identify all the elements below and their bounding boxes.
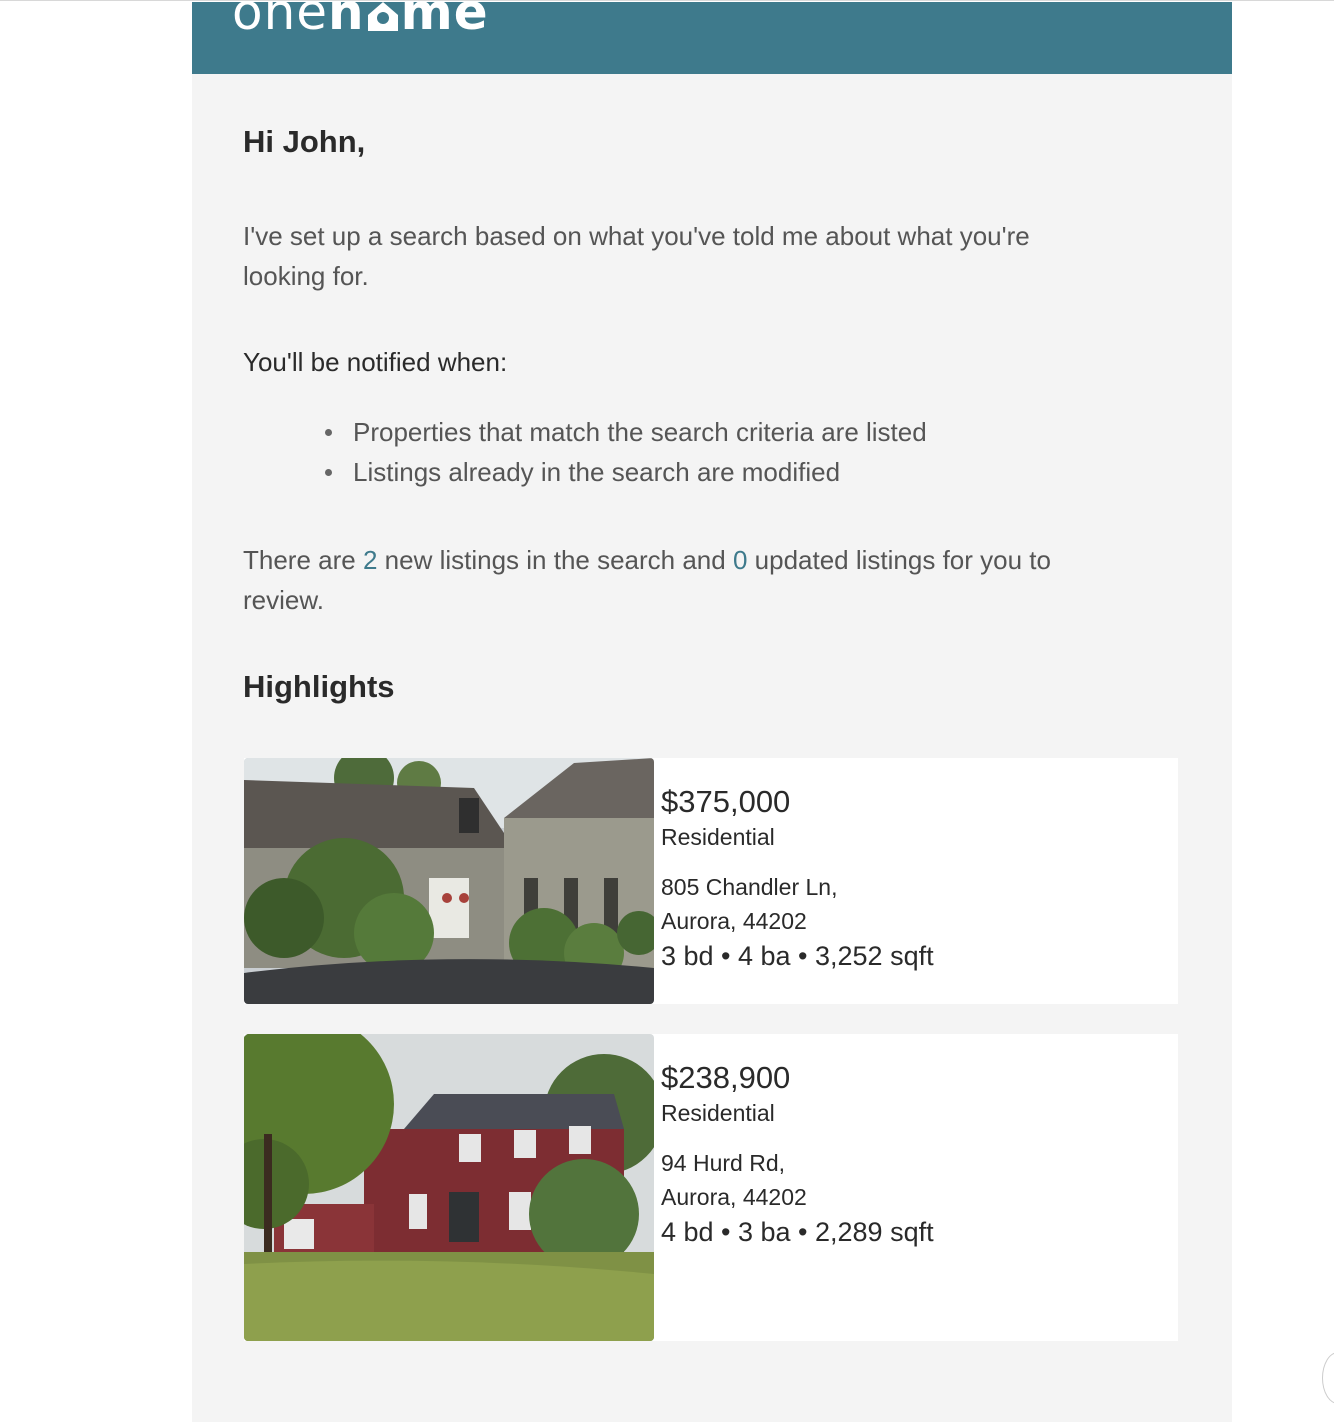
listing-stats: 3 bd • 4 ba • 3,252 sqft: [661, 941, 934, 971]
bullet-icon: [325, 429, 332, 436]
listing-address: 94 Hurd Rd, Aurora, 44202: [661, 1146, 934, 1214]
onehome-logo[interactable]: oneh me: [232, 2, 489, 42]
house-logo-icon: [366, 2, 400, 31]
listing-price[interactable]: $238,900: [661, 1058, 934, 1098]
listing-city: Aurora, 44202: [661, 1184, 807, 1210]
intro-line-2: looking for.: [243, 261, 369, 291]
listing-info: $238,900 Residential 94 Hurd Rd, Aurora,…: [661, 1058, 934, 1252]
listing-street: 805 Chandler Ln,: [661, 874, 838, 900]
house-photo-gray-icon[interactable]: [244, 758, 654, 1004]
intro-text: I've set up a search based on what you'v…: [243, 216, 1143, 296]
scroll-handle[interactable]: [1322, 1352, 1334, 1404]
email-header: oneh me: [192, 2, 1232, 74]
listing-price[interactable]: $375,000: [661, 782, 934, 822]
listing-card[interactable]: $238,900 Residential 94 Hurd Rd, Aurora,…: [244, 1034, 1178, 1341]
list-item: Listings already in the search are modif…: [325, 452, 927, 492]
greeting: Hi John,: [243, 124, 366, 159]
email-body: oneh me Hi John, I've set up a search bas…: [192, 2, 1232, 1422]
list-item: Properties that match the search criteri…: [325, 412, 927, 452]
new-listings-count[interactable]: 2: [363, 545, 377, 575]
listing-stats: 4 bd • 3 ba • 2,289 sqft: [661, 1217, 934, 1247]
listing-type: Residential: [661, 1100, 775, 1126]
listing-city: Aurora, 44202: [661, 908, 807, 934]
updated-listings-count[interactable]: 0: [733, 545, 747, 575]
notify-heading: You'll be notified when:: [243, 347, 508, 377]
listing-address: 805 Chandler Ln, Aurora, 44202: [661, 870, 934, 938]
intro-line-1: I've set up a search based on what you'v…: [243, 221, 1030, 251]
bullet-icon: [325, 469, 332, 476]
logo-text-one: one: [232, 2, 329, 41]
highlights-title: Highlights: [243, 669, 395, 704]
logo-text-me: me: [400, 2, 489, 41]
house-photo-red-icon[interactable]: [244, 1034, 654, 1341]
listing-type: Residential: [661, 824, 775, 850]
notify-list: Properties that match the search criteri…: [243, 412, 927, 492]
summary-text: There are 2 new listings in the search a…: [243, 545, 1051, 615]
listing-info: $375,000 Residential 805 Chandler Ln, Au…: [661, 782, 934, 976]
listing-card[interactable]: $375,000 Residential 805 Chandler Ln, Au…: [244, 758, 1178, 1004]
window-top-border: [0, 0, 1334, 1]
listing-street: 94 Hurd Rd,: [661, 1150, 786, 1176]
